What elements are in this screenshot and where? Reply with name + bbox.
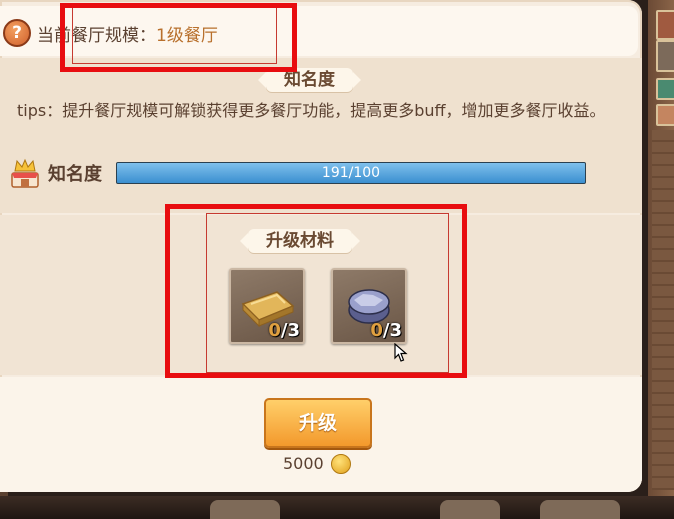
background-wall — [652, 130, 674, 490]
background-decoration — [210, 500, 280, 519]
highlight-box-materials — [165, 204, 467, 378]
side-thumbnail[interactable] — [656, 104, 674, 126]
upgrade-button[interactable]: 升级 — [264, 398, 372, 448]
upgrade-cost: 5000 — [283, 454, 324, 473]
help-icon[interactable]: ? — [3, 19, 31, 47]
background-decoration — [540, 500, 620, 519]
coin-icon — [331, 454, 351, 474]
crown-shop-icon — [11, 158, 39, 188]
fame-progress-bar: 191/100 — [116, 162, 586, 184]
fame-progress-text: 191/100 — [321, 165, 381, 181]
mouse-cursor-icon — [394, 343, 408, 362]
side-thumbnail[interactable] — [656, 40, 674, 72]
tips-text: tips：提升餐厅规模可解锁获得更多餐厅功能，提高更多buff，增加更多餐厅收益… — [17, 101, 606, 120]
background-decoration — [440, 500, 500, 519]
side-thumbnail[interactable] — [656, 10, 674, 40]
side-thumbnail[interactable] — [656, 78, 674, 100]
fame-label: 知名度 — [48, 164, 102, 185]
highlight-box-level — [60, 3, 297, 72]
